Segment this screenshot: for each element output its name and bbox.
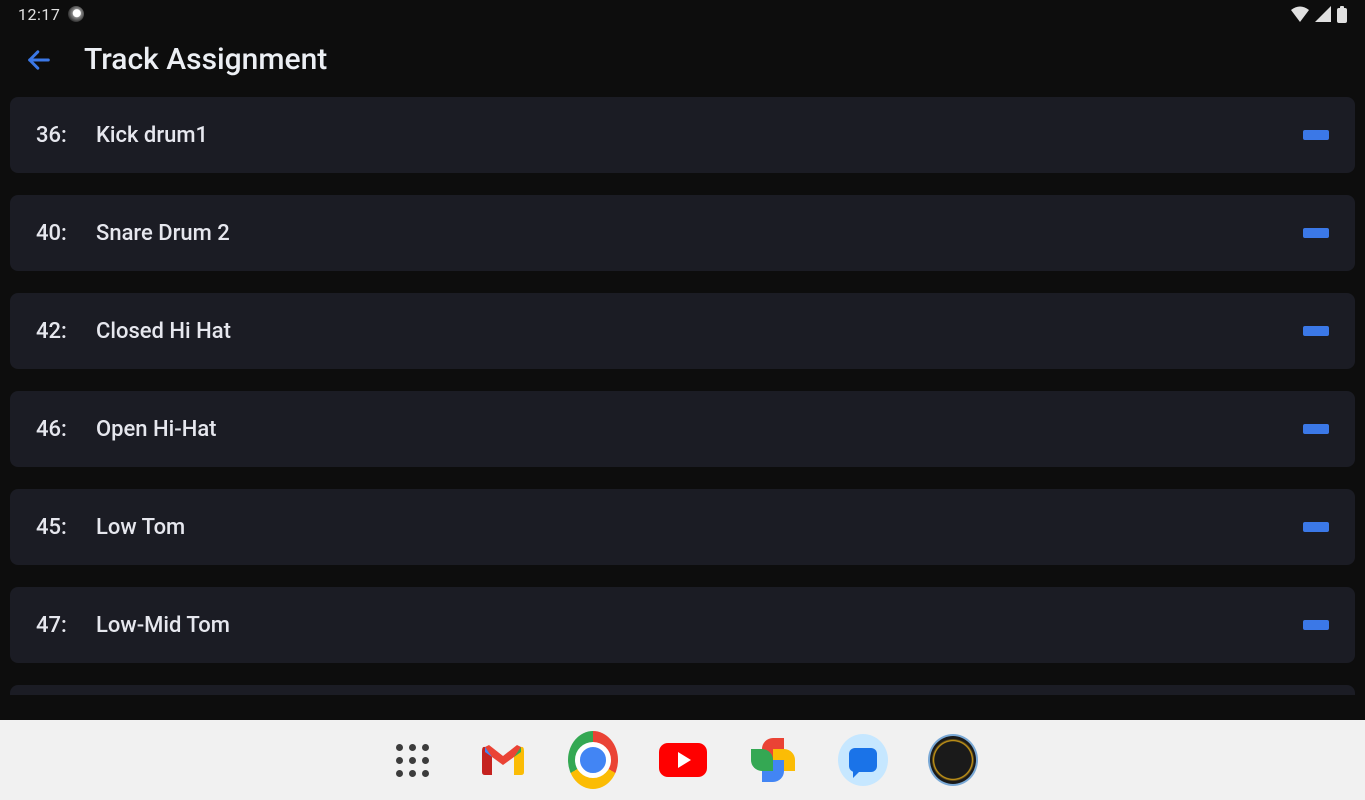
youtube-icon — [659, 743, 707, 777]
youtube-app[interactable] — [658, 735, 708, 785]
track-name: Snare Drum 2 — [96, 221, 1303, 246]
back-button[interactable] — [24, 45, 54, 75]
track-row-partial — [10, 685, 1355, 695]
track-name: Closed Hi Hat — [96, 319, 1303, 344]
status-time: 12:17 — [18, 5, 60, 24]
track-name: Low Tom — [96, 515, 1303, 540]
messages-app[interactable] — [838, 735, 888, 785]
app-drawer-button[interactable] — [388, 735, 438, 785]
chrome-app[interactable] — [568, 735, 618, 785]
dock — [0, 720, 1365, 800]
track-number: 42: — [36, 319, 96, 344]
track-number: 36: — [36, 123, 96, 148]
app-header: Track Assignment — [0, 28, 1365, 97]
arrow-left-icon — [25, 46, 53, 74]
wifi-icon — [1291, 6, 1309, 22]
track-row[interactable]: 45: Low Tom — [10, 489, 1355, 565]
remove-icon[interactable] — [1303, 130, 1329, 140]
photos-icon — [751, 738, 795, 782]
track-row[interactable]: 36: Kick drum1 — [10, 97, 1355, 173]
music-app-icon — [928, 734, 978, 786]
track-number: 40: — [36, 221, 96, 246]
remove-icon[interactable] — [1303, 326, 1329, 336]
signal-icon — [1315, 6, 1331, 22]
status-right — [1291, 6, 1347, 23]
remove-icon[interactable] — [1303, 424, 1329, 434]
track-name: Low-Mid Tom — [96, 613, 1303, 638]
track-number: 45: — [36, 515, 96, 540]
track-row[interactable]: 47: Low-Mid Tom — [10, 587, 1355, 663]
chrome-icon — [568, 731, 618, 789]
status-bar: 12:17 — [0, 0, 1365, 28]
photos-app[interactable] — [748, 735, 798, 785]
battery-icon — [1337, 6, 1347, 23]
track-row[interactable]: 40: Snare Drum 2 — [10, 195, 1355, 271]
track-number: 46: — [36, 417, 96, 442]
track-row[interactable]: 42: Closed Hi Hat — [10, 293, 1355, 369]
status-left: 12:17 — [18, 5, 84, 24]
remove-icon[interactable] — [1303, 228, 1329, 238]
gmail-icon — [481, 743, 525, 777]
remove-icon[interactable] — [1303, 522, 1329, 532]
app-indicator-icon — [68, 6, 84, 22]
music-app[interactable] — [928, 735, 978, 785]
app-drawer-icon — [396, 744, 429, 777]
track-row[interactable]: 46: Open Hi-Hat — [10, 391, 1355, 467]
track-list: 36: Kick drum1 40: Snare Drum 2 42: Clos… — [0, 97, 1365, 695]
track-name: Kick drum1 — [96, 123, 1303, 148]
remove-icon[interactable] — [1303, 620, 1329, 630]
page-title: Track Assignment — [84, 42, 327, 77]
track-number: 47: — [36, 613, 96, 638]
track-name: Open Hi-Hat — [96, 417, 1303, 442]
messages-icon — [838, 734, 888, 786]
gmail-app[interactable] — [478, 735, 528, 785]
